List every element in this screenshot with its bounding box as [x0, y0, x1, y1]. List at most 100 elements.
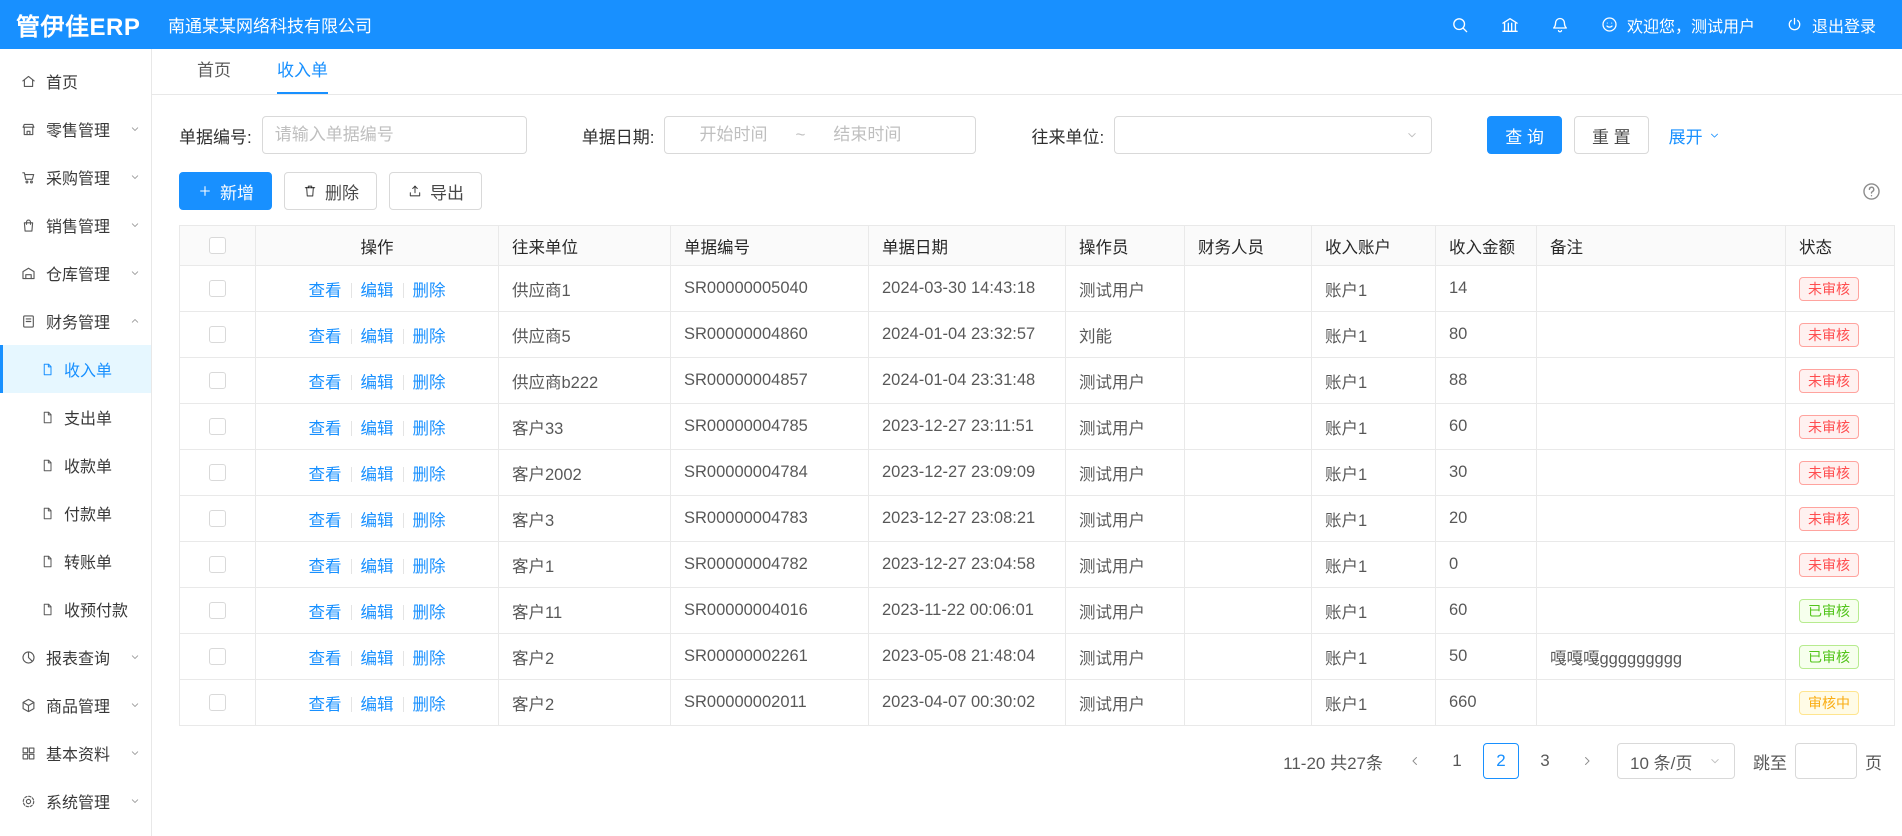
delete-link[interactable]: 删除 [413, 374, 446, 392]
view-link[interactable]: 查看 [309, 282, 342, 300]
view-link[interactable]: 查看 [309, 374, 342, 392]
cell-remark [1537, 358, 1786, 404]
chevron-down-icon [129, 795, 141, 807]
edit-link[interactable]: 编辑 [361, 558, 394, 576]
jump-page-input[interactable] [1795, 743, 1857, 779]
reset-button[interactable]: 重 置 [1574, 116, 1649, 154]
unit-select[interactable] [1114, 116, 1432, 154]
delete-link[interactable]: 删除 [413, 512, 446, 530]
search-icon[interactable] [1450, 15, 1470, 35]
edit-link[interactable]: 编辑 [361, 696, 394, 714]
delete-link[interactable]: 删除 [413, 558, 446, 576]
search-button[interactable]: 查 询 [1487, 116, 1562, 154]
sidebar-item-advance[interactable]: 收预付款 [0, 585, 151, 633]
table-row: 查看编辑删除 客户2002 SR00000004784 2023-12-27 2… [180, 450, 1895, 496]
sidebar-item-goods[interactable]: 商品管理 [0, 681, 151, 729]
select-all-checkbox[interactable] [209, 237, 226, 254]
row-checkbox[interactable] [209, 280, 226, 297]
sidebar-item-purchase[interactable]: 采购管理 [0, 153, 151, 201]
page-button-3[interactable]: 3 [1527, 743, 1563, 779]
row-checkbox[interactable] [209, 602, 226, 619]
row-checkbox[interactable] [209, 556, 226, 573]
divider [351, 651, 352, 666]
view-link[interactable]: 查看 [309, 466, 342, 484]
delete-link[interactable]: 删除 [413, 282, 446, 300]
row-checkbox[interactable] [209, 694, 226, 711]
row-checkbox[interactable] [209, 326, 226, 343]
edit-link[interactable]: 编辑 [361, 650, 394, 668]
sidebar-item-sales[interactable]: 销售管理 [0, 201, 151, 249]
doc-icon [40, 458, 55, 473]
cell-remark: 嘎嘎嘎ggggggggg [1537, 634, 1786, 680]
delete-link[interactable]: 删除 [413, 466, 446, 484]
expand-link[interactable]: 展开 [1669, 123, 1721, 148]
sidebar-item-receipt[interactable]: 收款单 [0, 441, 151, 489]
row-checkbox[interactable] [209, 418, 226, 435]
table-row: 查看编辑删除 供应商5 SR00000004860 2024-01-04 23:… [180, 312, 1895, 358]
view-link[interactable]: 查看 [309, 328, 342, 346]
page-size-select[interactable]: 10 条/页 [1617, 743, 1735, 779]
row-checkbox[interactable] [209, 464, 226, 481]
delete-link[interactable]: 删除 [413, 328, 446, 346]
add-button[interactable]: 新增 [179, 172, 272, 210]
view-link[interactable]: 查看 [309, 696, 342, 714]
row-checkbox[interactable] [209, 372, 226, 389]
export-button[interactable]: 导出 [389, 172, 482, 210]
table-row: 查看编辑删除 客户2 SR00000002261 2023-05-08 21:4… [180, 634, 1895, 680]
bag-icon [20, 217, 37, 234]
view-link[interactable]: 查看 [309, 512, 342, 530]
basic-icon [20, 745, 37, 762]
edit-link[interactable]: 编辑 [361, 512, 394, 530]
app-logo[interactable]: 管伊佳ERP [0, 7, 152, 42]
next-page-icon[interactable] [1571, 743, 1603, 779]
sidebar-item-warehouse[interactable]: 仓库管理 [0, 249, 151, 297]
view-link[interactable]: 查看 [309, 650, 342, 668]
welcome-user[interactable]: 欢迎您，测试用户 [1600, 13, 1755, 37]
edit-link[interactable]: 编辑 [361, 374, 394, 392]
building-icon[interactable] [1500, 15, 1520, 35]
view-link[interactable]: 查看 [309, 420, 342, 438]
help-icon[interactable] [1861, 181, 1882, 202]
bill-no-input[interactable] [262, 116, 527, 154]
view-link[interactable]: 查看 [309, 604, 342, 622]
sidebar-item-report[interactable]: 报表查询 [0, 633, 151, 681]
sidebar-item-system[interactable]: 系统管理 [0, 777, 151, 825]
row-checkbox[interactable] [209, 648, 226, 665]
delete-link[interactable]: 删除 [413, 420, 446, 438]
cell-operations: 查看 编辑 删除 [256, 404, 499, 450]
chevron-down-icon [129, 123, 141, 135]
page-button-2[interactable]: 2 [1483, 743, 1519, 779]
delete-link[interactable]: 删除 [413, 604, 446, 622]
sidebar-item-finance[interactable]: 财务管理 [0, 297, 151, 345]
sidebar-item-transfer[interactable]: 转账单 [0, 537, 151, 585]
sidebar-item-home[interactable]: 首页 [0, 57, 151, 105]
delete-button[interactable]: 删除 [284, 172, 377, 210]
sidebar-item-label: 首页 [46, 69, 78, 93]
sidebar-item-income[interactable]: 收入单 [0, 345, 151, 393]
delete-link[interactable]: 删除 [413, 650, 446, 668]
date-range-picker[interactable]: ~ [664, 116, 976, 154]
sidebar-item-retail[interactable]: 零售管理 [0, 105, 151, 153]
edit-link[interactable]: 编辑 [361, 604, 394, 622]
cell-bill-no: SR00000004784 [671, 450, 869, 496]
tab-income[interactable]: 收入单 [277, 49, 328, 94]
date-start-input[interactable] [671, 125, 795, 145]
edit-link[interactable]: 编辑 [361, 466, 394, 484]
logout-button[interactable]: 退出登录 [1785, 13, 1876, 37]
sidebar-item-payment[interactable]: 付款单 [0, 489, 151, 537]
date-end-input[interactable] [805, 125, 929, 145]
tab-home[interactable]: 首页 [197, 49, 231, 94]
cell-unit: 供应商b222 [499, 358, 671, 404]
prev-page-icon[interactable] [1399, 743, 1431, 779]
page-button-1[interactable]: 1 [1439, 743, 1475, 779]
edit-link[interactable]: 编辑 [361, 328, 394, 346]
edit-link[interactable]: 编辑 [361, 420, 394, 438]
row-checkbox[interactable] [209, 510, 226, 527]
view-link[interactable]: 查看 [309, 558, 342, 576]
bell-icon[interactable] [1550, 15, 1570, 35]
sidebar-item-basic[interactable]: 基本资料 [0, 729, 151, 777]
edit-link[interactable]: 编辑 [361, 282, 394, 300]
sidebar-item-expense[interactable]: 支出单 [0, 393, 151, 441]
cell-date: 2024-03-30 14:43:18 [869, 266, 1066, 312]
delete-link[interactable]: 删除 [413, 696, 446, 714]
